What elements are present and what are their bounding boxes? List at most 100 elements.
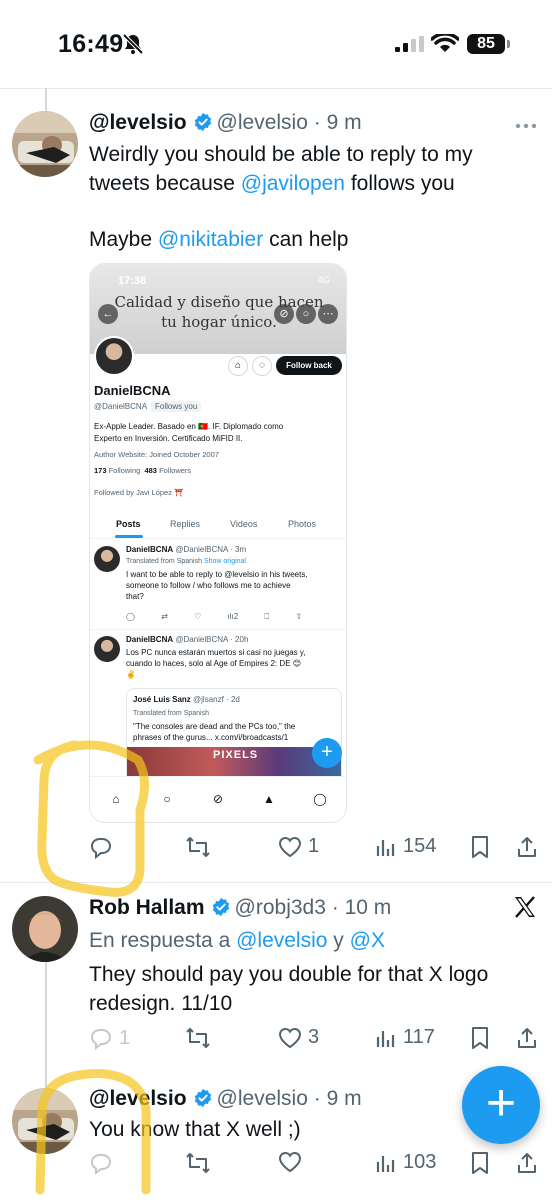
mention-link[interactable]: @X: [350, 929, 385, 952]
share-button[interactable]: [516, 835, 538, 859]
reply-icon: [90, 838, 112, 859]
quote-header: José Luis Sanz @jlsanzf · 2d: [133, 695, 240, 704]
quote-line: "The consoles are dead and the PCs too,"…: [133, 722, 296, 731]
post-line: Los PC nunca estarán muertos si casi no …: [126, 648, 306, 657]
username[interactable]: @robj3d3: [235, 896, 326, 919]
tweet-header: Rob Hallam @robj3d3 · 10 m: [89, 896, 391, 920]
separator-dot: ·: [313, 111, 321, 134]
text-span: tweets because: [89, 172, 241, 195]
tab-underline: [115, 535, 143, 538]
home-icon: ⌂: [112, 792, 120, 806]
bookmark-button[interactable]: [470, 1151, 490, 1175]
reply-button[interactable]: [89, 1151, 113, 1175]
battery-indicator: 85: [467, 34, 505, 54]
quote-text: "The consoles are dead and the PCs too,"…: [133, 721, 339, 743]
display-name[interactable]: @levelsio: [89, 111, 187, 134]
compose-button[interactable]: +: [462, 1066, 540, 1144]
quote-image-label: PIXELS: [213, 749, 259, 761]
post-handle: @DanielBCNA · 3m: [175, 545, 247, 554]
like-button[interactable]: 3: [278, 1026, 319, 1049]
embed-post-1: DanielBCNA @DanielBCNA · 3m Translated f…: [90, 540, 346, 630]
share-button[interactable]: [516, 1026, 538, 1050]
tweet-divider: [0, 882, 552, 883]
followers-count: 483: [144, 466, 157, 475]
profile-stats: 173 Following 483 Followers: [94, 466, 191, 475]
bookmark-icon: [472, 1027, 488, 1049]
embed-status-time: 17:38: [118, 275, 147, 287]
post-translated: Translated from Spanish Show original: [126, 558, 246, 565]
verified-badge-icon: [194, 1088, 211, 1108]
tab-videos: Videos: [230, 519, 258, 529]
heart-icon: [278, 1027, 302, 1048]
avatar-levelsio[interactable]: [12, 1088, 78, 1154]
username[interactable]: @levelsio: [217, 1087, 308, 1110]
like-button[interactable]: 1: [278, 835, 319, 858]
views-button[interactable]: 154: [375, 835, 436, 858]
mention-link[interactable]: @nikitabier: [158, 228, 263, 251]
mention-link[interactable]: @levelsio: [236, 929, 327, 952]
retweet-button[interactable]: [185, 1026, 211, 1050]
profile-bio: Ex-Apple Leader. Basado en 🇵🇹. IF. Diplo…: [94, 421, 334, 445]
message-icon: ◌: [252, 356, 272, 376]
retweet-button[interactable]: [185, 1151, 211, 1175]
avatar-rob-hallam[interactable]: [12, 896, 78, 962]
text-span: Maybe: [89, 228, 158, 251]
reply-button[interactable]: [89, 835, 113, 859]
post-header: DanielBCNA @DanielBCNA · 20h: [126, 635, 248, 644]
follow-back-button: Follow back: [276, 356, 342, 375]
timestamp[interactable]: 10 m: [345, 896, 392, 919]
avatar-levelsio[interactable]: [12, 111, 78, 177]
post-name: DanielBCNA: [126, 635, 174, 644]
signal-icon: [395, 36, 424, 52]
views-button[interactable]: 117: [375, 1026, 435, 1049]
tweet-actions: 1 3 117: [89, 1026, 539, 1056]
tweet-text-line: They should pay you double for that X lo…: [89, 963, 489, 986]
heart-icon: [278, 1151, 302, 1173]
reply-count: 1: [119, 1026, 131, 1049]
verified-badge-icon: [212, 897, 229, 917]
timestamp[interactable]: 9 m: [327, 1087, 362, 1110]
bookmark-button[interactable]: [470, 835, 490, 859]
views-icon: [376, 839, 395, 856]
status-bar: 16:49 85: [0, 0, 552, 88]
post-actions: ◯ ⇄ ♡ ılı2 ⎕ ⇧: [126, 612, 303, 621]
profile-tabs: Posts Replies Videos Photos: [90, 517, 346, 539]
follows-you-badge: Follows you: [151, 401, 202, 412]
display-name[interactable]: @levelsio: [89, 1087, 187, 1110]
profile-banner: 17:38 4G Calidad y diseño que hacen tu h…: [90, 264, 346, 354]
post-header: DanielBCNA @DanielBCNA · 3m: [126, 545, 246, 554]
verified-badge-icon: [194, 112, 211, 132]
more-icon: ⋯: [318, 304, 338, 324]
bookmark-button[interactable]: [470, 1026, 490, 1050]
tweet-text-line: redesign. 11/10: [89, 992, 233, 1015]
profile-handle: @DanielBCNA: [94, 402, 148, 411]
username[interactable]: @levelsio: [217, 111, 308, 134]
quote-translated: Translated from Spanish: [133, 710, 209, 717]
post-line: someone to follow / who follows me to ac…: [126, 581, 291, 590]
retweet-button[interactable]: [185, 835, 211, 859]
retweet-icon: [186, 1028, 210, 1048]
views-button[interactable]: 103: [375, 1151, 436, 1174]
post-text: Los PC nunca estarán muertos si casi no …: [126, 647, 342, 680]
back-arrow-icon: ←: [98, 304, 118, 324]
text-span: follows you: [344, 172, 455, 195]
attached-image[interactable]: 17:38 4G Calidad y diseño que hacen tu h…: [89, 263, 347, 823]
profile-meta: Author Website: Joined October 2007: [94, 450, 219, 459]
display-name[interactable]: Rob Hallam: [89, 896, 205, 919]
notifications-icon: ▲: [263, 792, 275, 806]
post-line: cuando lo haces, solo al Age of Empires …: [126, 659, 302, 668]
like-count: 1: [308, 835, 320, 857]
mention-link[interactable]: @javilopen: [241, 172, 345, 195]
reply-button[interactable]: 1: [89, 1026, 130, 1050]
tweet-text: You know that X well ;): [89, 1118, 301, 1141]
share-button[interactable]: [516, 1151, 538, 1175]
separator-dot: ·: [331, 896, 339, 919]
grok-icon: ⊘: [212, 792, 224, 806]
shop-icon: ⌂: [228, 356, 248, 376]
more-options-icon[interactable]: [514, 122, 538, 130]
like-button[interactable]: [278, 1151, 302, 1173]
battery-tip: [507, 40, 510, 48]
timestamp[interactable]: 9 m: [327, 111, 362, 134]
tweet-text-line: tweets because @javilopen follows you: [89, 169, 539, 198]
profile-avatar: [94, 336, 134, 376]
